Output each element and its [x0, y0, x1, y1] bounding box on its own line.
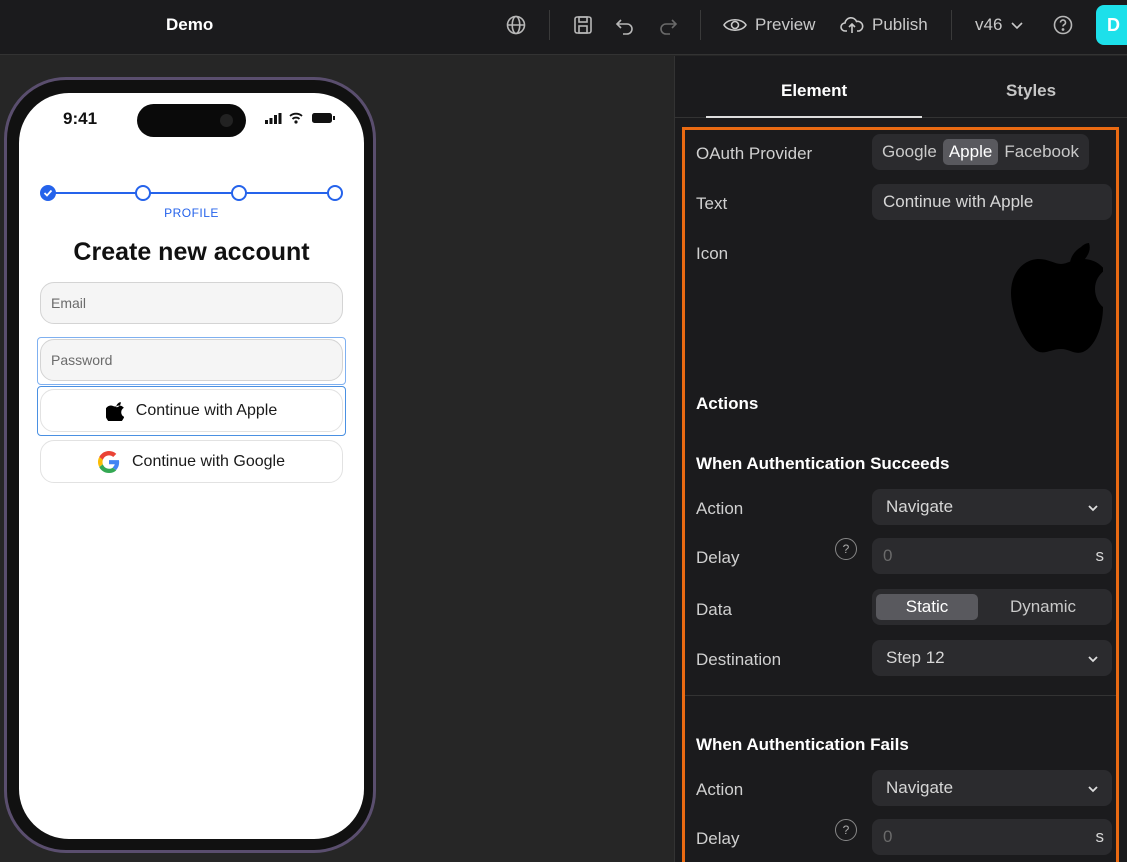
phone-frame: 9:41 PROFILE Create new account Email Pa: [4, 77, 376, 853]
version-label: v46: [975, 15, 1003, 34]
fail-delay-input[interactable]: 0 s: [872, 819, 1112, 855]
continue-with-apple-button[interactable]: Continue with Apple: [40, 389, 343, 432]
chevron-down-icon: [1088, 656, 1098, 663]
status-time: 9:41: [63, 109, 98, 128]
properties-panel: Element Styles OAuth Provider Google App…: [674, 56, 1127, 862]
redo-icon[interactable]: [657, 14, 679, 36]
icon-label: Icon: [696, 244, 729, 263]
toolbar-divider: [951, 10, 952, 40]
oauth-provider-label: OAuth Provider: [696, 144, 813, 163]
status-icons: [265, 112, 335, 124]
destination-label: Destination: [696, 650, 782, 669]
success-section-title: When Authentication Succeeds: [696, 454, 950, 473]
eye-icon: [723, 18, 747, 32]
help-circle-icon[interactable]: ?: [835, 819, 857, 841]
help-circle-icon[interactable]: ?: [835, 538, 857, 560]
fail-delay-value: 0: [883, 827, 893, 846]
selected-element-properties: OAuth Provider Google Apple Facebook Tex…: [682, 127, 1119, 862]
undo-icon[interactable]: [614, 14, 636, 36]
password-field[interactable]: Password: [40, 339, 343, 381]
success-delay-input[interactable]: 0 s: [872, 538, 1112, 574]
fail-action-value: Navigate: [886, 778, 954, 797]
email-field[interactable]: Email: [40, 282, 343, 324]
publish-label: Publish: [872, 15, 928, 34]
actions-title: Actions: [696, 394, 759, 413]
data-option-static[interactable]: Static: [876, 594, 978, 620]
step-3: [231, 185, 247, 201]
destination-value: Step 12: [886, 648, 945, 667]
apple-button-label: Continue with Apple: [135, 401, 278, 419]
text-label: Text: [696, 194, 728, 213]
apple-icon: [105, 402, 124, 421]
toolbar-divider: [700, 10, 701, 40]
check-icon: [43, 189, 53, 197]
success-delay-value: 0: [883, 546, 893, 565]
tab-styles[interactable]: Styles: [1006, 81, 1056, 101]
step-1-complete: [40, 185, 56, 201]
screen-title: Create new account: [73, 238, 310, 266]
step-2: [135, 185, 151, 201]
data-segmented-control: Static Dynamic: [872, 589, 1112, 625]
save-icon[interactable]: [572, 14, 594, 36]
panel-tabs: Element Styles: [675, 56, 1127, 118]
preview-button[interactable]: Preview: [723, 12, 815, 38]
button-text-input[interactable]: Continue with Apple: [872, 184, 1112, 220]
fail-action-select[interactable]: Navigate: [872, 770, 1112, 806]
design-canvas: 9:41 PROFILE Create new account Email Pa: [0, 56, 674, 862]
google-icon: [98, 450, 120, 473]
continue-with-google-button[interactable]: Continue with Google: [40, 440, 343, 483]
success-action-value: Navigate: [886, 497, 954, 516]
apple-icon[interactable]: [1003, 235, 1103, 355]
toolbar-divider: [549, 10, 550, 40]
oauth-option-google[interactable]: Google: [876, 139, 943, 165]
success-action-select[interactable]: Navigate: [872, 489, 1112, 525]
step-label: PROFILE: [164, 206, 219, 220]
data-option-dynamic[interactable]: Dynamic: [978, 594, 1108, 620]
google-button-label: Continue with Google: [132, 452, 285, 470]
active-tab-indicator: [706, 116, 922, 118]
success-delay-label: Delay: [696, 548, 740, 567]
preview-label: Preview: [755, 15, 816, 34]
dynamic-island: [137, 104, 246, 137]
delay-unit: s: [1095, 546, 1105, 565]
globe-icon[interactable]: [505, 14, 527, 36]
data-label: Data: [696, 600, 732, 619]
user-avatar[interactable]: D: [1096, 5, 1127, 45]
top-bar: Demo Preview Publish v46 D: [0, 0, 1127, 55]
app-title: Demo: [166, 15, 214, 34]
help-icon[interactable]: [1052, 14, 1074, 36]
publish-button[interactable]: Publish: [840, 12, 928, 38]
step-4: [327, 185, 343, 201]
chevron-down-icon: [1088, 786, 1098, 793]
oauth-provider-segmented-control: Google Apple Facebook: [872, 134, 1089, 170]
oauth-option-apple[interactable]: Apple: [942, 139, 999, 165]
progress-stepper: [40, 185, 343, 201]
success-action-label: Action: [696, 499, 744, 518]
version-select[interactable]: v46: [975, 12, 1024, 38]
phone-screen: 9:41 PROFILE Create new account Email Pa: [19, 93, 364, 839]
fail-delay-label: Delay: [696, 829, 740, 848]
cloud-upload-icon: [840, 17, 864, 33]
fail-section-title: When Authentication Fails: [696, 735, 909, 754]
section-divider: [685, 695, 1116, 696]
destination-select[interactable]: Step 12: [872, 640, 1112, 676]
chevron-down-icon: [1088, 505, 1098, 512]
tab-element[interactable]: Element: [781, 81, 847, 101]
chevron-down-icon: [1011, 22, 1023, 30]
oauth-option-facebook[interactable]: Facebook: [998, 139, 1085, 165]
delay-unit: s: [1095, 827, 1105, 846]
fail-action-label: Action: [696, 780, 744, 799]
